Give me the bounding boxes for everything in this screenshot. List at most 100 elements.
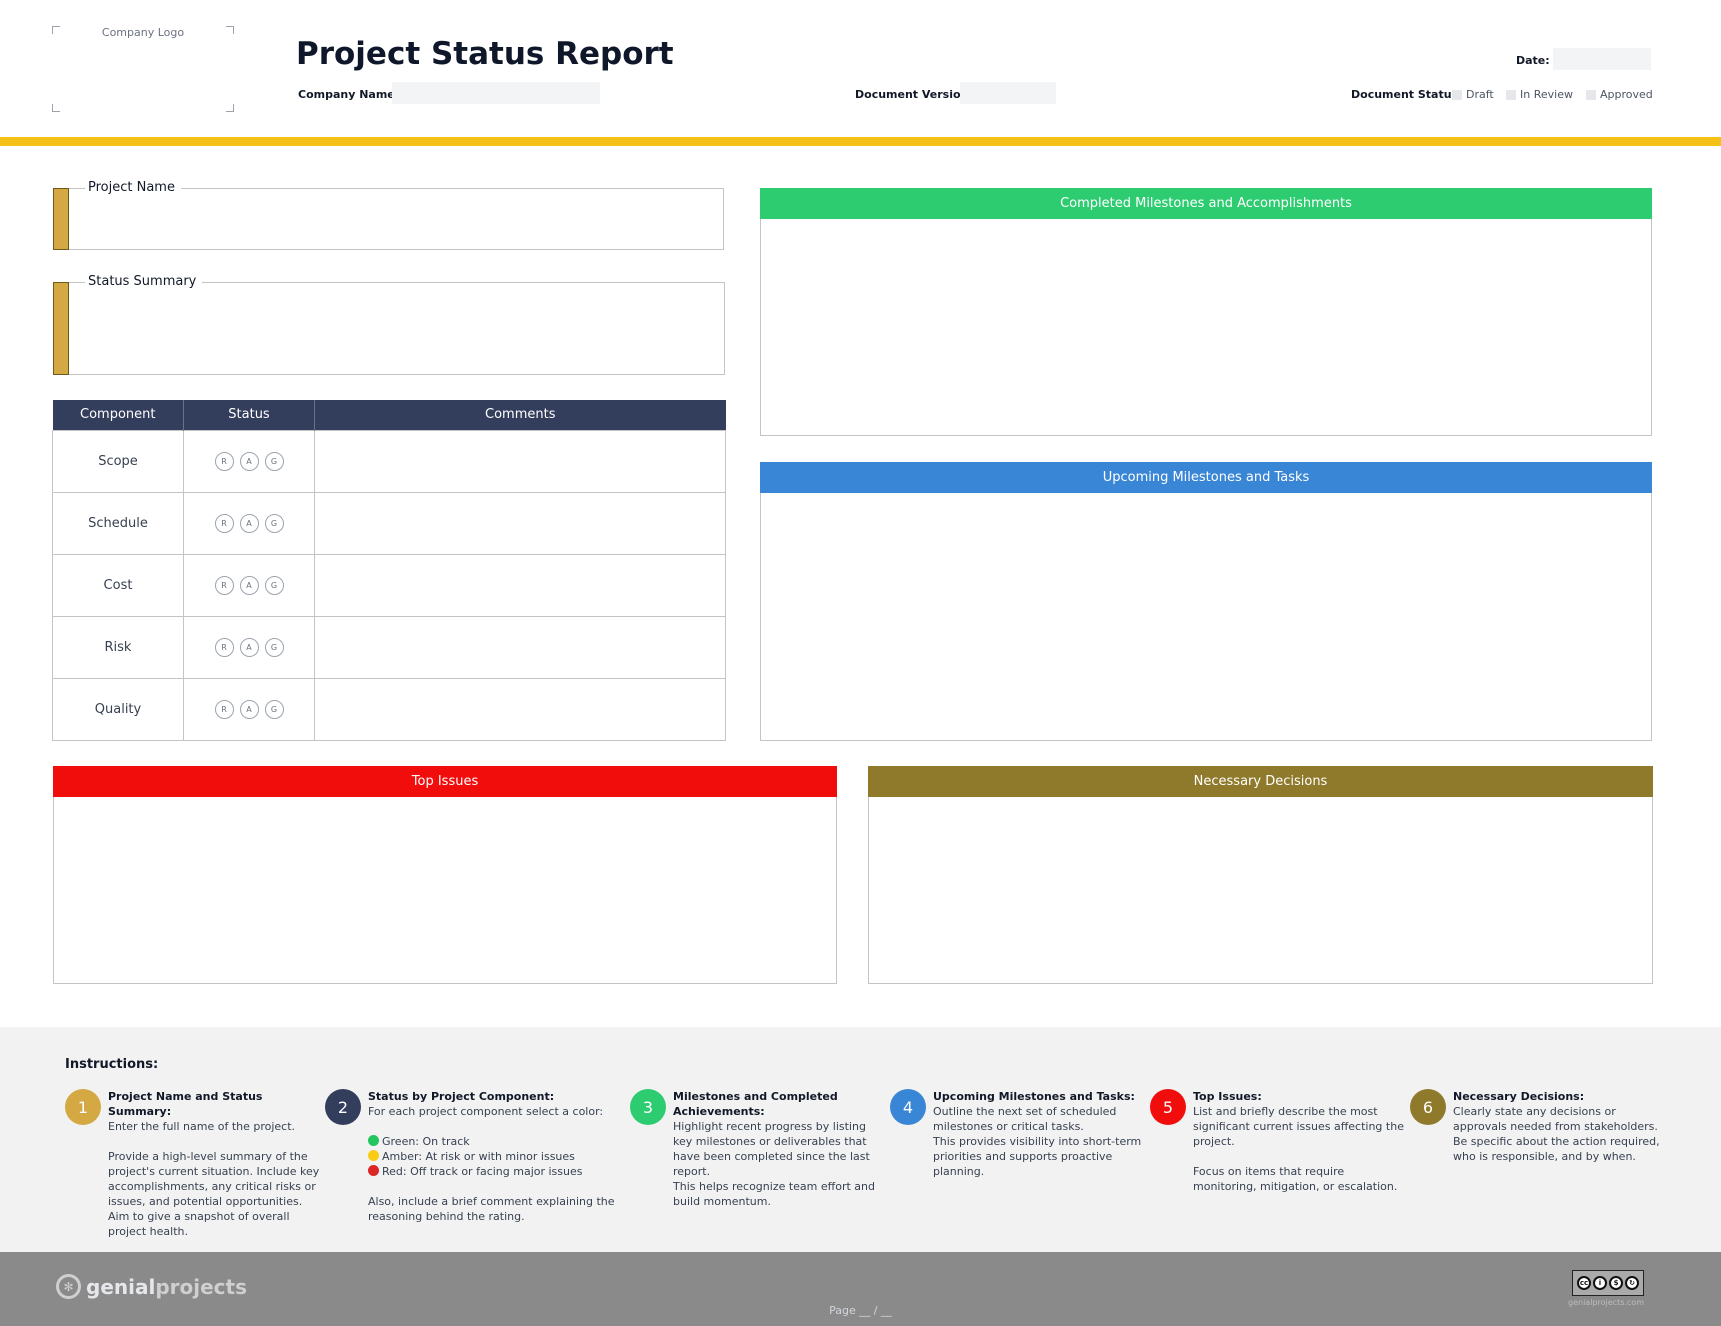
date-label: Date: xyxy=(1516,54,1550,67)
legend-text: Red: Off track or facing major issues xyxy=(382,1165,583,1178)
brand-text: projects xyxy=(155,1274,247,1299)
comment-cell[interactable] xyxy=(314,553,726,617)
company-logo-placeholder[interactable]: Company Logo xyxy=(52,26,234,112)
checkbox[interactable] xyxy=(1452,89,1462,100)
rag-green-option[interactable]: G xyxy=(264,637,284,657)
brand-text: genial xyxy=(86,1274,156,1299)
brand-logo[interactable]: ✻ genialprojects xyxy=(56,1274,247,1299)
column-header-comments: Comments xyxy=(314,400,726,430)
step-number: 3 xyxy=(630,1089,666,1125)
step-text: Outline the next set of scheduled milest… xyxy=(933,1105,1117,1133)
step-text: Also, include a brief comment explaining… xyxy=(368,1195,615,1223)
footer: ✻ genialprojects Page __ / __ cc i $ ↻ g… xyxy=(0,1252,1721,1326)
top-issues-panel[interactable]: Top Issues xyxy=(53,766,837,984)
status-summary-label: Status Summary xyxy=(85,274,203,289)
rag-amber-option[interactable]: A xyxy=(239,575,259,595)
rag-amber-option[interactable]: A xyxy=(239,451,259,471)
step-text: This provides visibility into short-term… xyxy=(933,1135,1142,1178)
rag-red-option[interactable]: R xyxy=(214,451,234,471)
rag-red-option[interactable]: R xyxy=(214,637,234,657)
green-dot-icon xyxy=(368,1135,379,1146)
date-field[interactable] xyxy=(1553,48,1651,70)
page-title: Project Status Report xyxy=(296,36,674,72)
rag-green-option[interactable]: G xyxy=(264,699,284,719)
license-url: genialprojects.com xyxy=(1568,1298,1644,1307)
status-summary-field[interactable]: Status Summary xyxy=(53,274,725,375)
rag-green-option[interactable]: G xyxy=(264,575,284,595)
necessary-decisions-panel[interactable]: Necessary Decisions xyxy=(868,766,1653,984)
page-number: Page __ / __ xyxy=(829,1304,892,1317)
rag-red-option[interactable]: R xyxy=(214,699,234,719)
comment-cell[interactable] xyxy=(314,491,726,555)
component-name: Scope xyxy=(52,429,184,493)
nc-icon: $ xyxy=(1609,1276,1623,1290)
sa-icon: ↻ xyxy=(1625,1276,1639,1290)
field-accent xyxy=(53,188,69,250)
status-option-label: Approved xyxy=(1600,88,1653,101)
step-heading: Necessary Decisions: xyxy=(1453,1090,1585,1103)
upcoming-milestones-panel[interactable]: Upcoming Milestones and Tasks xyxy=(760,462,1652,741)
step-text: For each project component select a colo… xyxy=(368,1105,604,1118)
rag-selector: R A G xyxy=(183,677,315,741)
status-option-draft[interactable]: Draft xyxy=(1452,88,1494,101)
step-heading: Upcoming Milestones and Tasks: xyxy=(933,1090,1135,1103)
upcoming-milestones-header: Upcoming Milestones and Tasks xyxy=(760,462,1652,493)
checkbox[interactable] xyxy=(1506,89,1516,100)
status-option-label: In Review xyxy=(1520,88,1573,101)
cc-icon: cc xyxy=(1577,1276,1591,1290)
document-version-label: Document Version xyxy=(855,88,969,101)
step-heading: Top Issues: xyxy=(1193,1090,1262,1103)
step-text: Enter the full name of the project. xyxy=(108,1120,296,1133)
rag-red-option[interactable]: R xyxy=(214,575,234,595)
rag-green-option[interactable]: G xyxy=(264,451,284,471)
rag-selector: R A G xyxy=(183,429,315,493)
rag-selector: R A G xyxy=(183,615,315,679)
status-option-label: Draft xyxy=(1466,88,1494,101)
rag-red-option[interactable]: R xyxy=(214,513,234,533)
step-number: 6 xyxy=(1410,1089,1446,1125)
comment-cell[interactable] xyxy=(314,429,726,493)
header-divider xyxy=(0,137,1721,146)
legend-red: Red: Off track or facing major issues xyxy=(368,1164,618,1179)
component-name: Cost xyxy=(52,553,184,617)
rag-green-option[interactable]: G xyxy=(264,513,284,533)
comment-cell[interactable] xyxy=(314,615,726,679)
field-accent xyxy=(53,282,69,375)
creative-commons-icon[interactable]: cc i $ ↻ xyxy=(1572,1270,1644,1296)
completed-milestones-panel[interactable]: Completed Milestones and Accomplishments xyxy=(760,188,1652,436)
instructions-section: Instructions: 1 Project Name and Status … xyxy=(0,1027,1721,1252)
step-heading: Status by Project Component: xyxy=(368,1090,555,1103)
amber-dot-icon xyxy=(368,1150,379,1161)
comment-cell[interactable] xyxy=(314,677,726,741)
legend-amber: Amber: At risk or with minor issues xyxy=(368,1149,618,1164)
logo-corner xyxy=(226,104,234,112)
step-heading: Project Name and Status Summary: xyxy=(108,1090,263,1118)
instructions-title: Instructions: xyxy=(65,1057,159,1072)
project-name-field[interactable]: Project Name xyxy=(53,180,724,250)
component-name: Risk xyxy=(52,615,184,679)
table-row: Cost R A G xyxy=(52,553,726,617)
legend-green: Green: On track xyxy=(368,1134,618,1149)
legend-text: Amber: At risk or with minor issues xyxy=(382,1150,575,1163)
step-text: Provide a high-level summary of the proj… xyxy=(108,1150,320,1238)
status-option-approved[interactable]: Approved xyxy=(1586,88,1653,101)
rag-selector: R A G xyxy=(183,553,315,617)
checkbox[interactable] xyxy=(1586,89,1596,100)
rag-amber-option[interactable]: A xyxy=(239,513,259,533)
table-row: Schedule R A G xyxy=(52,491,726,555)
completed-milestones-header: Completed Milestones and Accomplishments xyxy=(760,188,1652,219)
company-name-label: Company Name: xyxy=(298,88,400,101)
step-number: 4 xyxy=(890,1089,926,1125)
red-dot-icon xyxy=(368,1165,379,1176)
legend-text: Green: On track xyxy=(382,1135,470,1148)
step-text: Highlight recent progress by listing key… xyxy=(673,1120,870,1178)
status-option-in-review[interactable]: In Review xyxy=(1506,88,1573,101)
rag-amber-option[interactable]: A xyxy=(239,699,259,719)
company-name-field[interactable] xyxy=(392,82,600,104)
rag-amber-option[interactable]: A xyxy=(239,637,259,657)
necessary-decisions-header: Necessary Decisions xyxy=(868,766,1653,797)
table-row: Quality R A G xyxy=(52,677,726,741)
project-name-label: Project Name xyxy=(85,180,181,195)
document-status-label: Document Status: xyxy=(1351,88,1463,101)
document-version-field[interactable] xyxy=(960,82,1056,104)
